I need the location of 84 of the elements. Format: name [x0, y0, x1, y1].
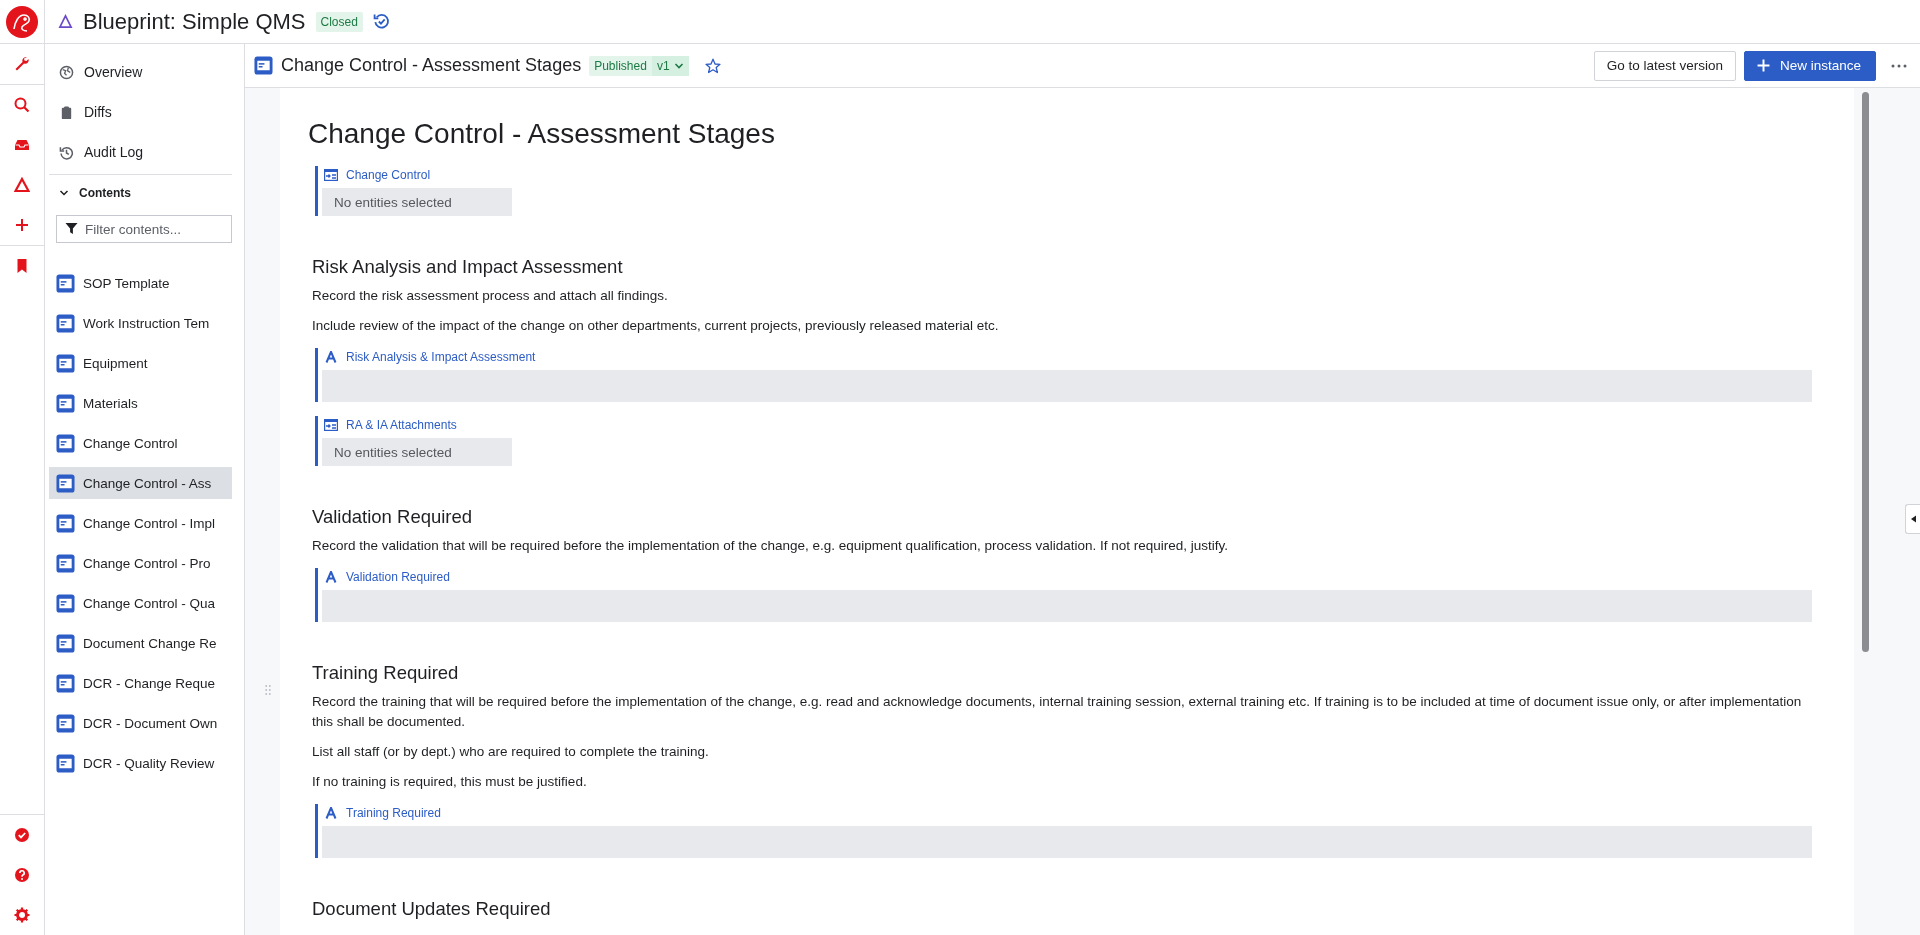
entity-select-field[interactable]: No entities selected	[322, 438, 512, 466]
contents-item[interactable]: Change Control	[49, 427, 232, 459]
section-heading: Validation Required	[312, 506, 474, 528]
contents-item[interactable]: Change Control - Impl	[49, 507, 232, 539]
contents-toggle[interactable]: Contents	[49, 175, 137, 211]
contents-item[interactable]: Change Control - Pro	[49, 547, 232, 579]
new-instance-button[interactable]: New instance	[1743, 50, 1876, 81]
filter-icon	[65, 222, 78, 235]
document-icon	[56, 473, 75, 493]
document-icon	[56, 313, 75, 333]
section-heading: Training Required	[312, 662, 460, 684]
document-icon	[254, 56, 273, 75]
document-icon	[56, 713, 75, 733]
contents-item[interactable]: Change Control - Qua	[49, 587, 232, 619]
nav-item[interactable]: Diffs	[49, 92, 232, 132]
contents-item[interactable]: SOP Template	[49, 267, 232, 299]
contents-item[interactable]: DCR - Change Reque	[49, 667, 232, 699]
document-icon	[56, 393, 75, 413]
field-label: Risk Analysis & Impact Assessment	[346, 350, 536, 364]
contents-item[interactable]: Materials	[49, 387, 232, 419]
nav-item[interactable]: Audit Log	[49, 132, 232, 172]
field-label: Validation Required	[346, 570, 450, 584]
text-type-icon	[324, 571, 338, 583]
document-icon	[56, 753, 75, 773]
text-type-icon	[324, 351, 338, 363]
document-icon	[56, 673, 75, 693]
settings-icon[interactable]	[14, 907, 30, 923]
filter-field[interactable]: Filter contents...	[56, 215, 232, 243]
version-dropdown[interactable]: v1	[651, 55, 689, 76]
chevron-icon	[59, 188, 69, 198]
scrollbar-thumb[interactable]	[1861, 92, 1869, 652]
field-label: Training Required	[346, 806, 441, 820]
document-icon	[56, 273, 75, 293]
contents-item[interactable]: Change Control - Ass	[49, 467, 232, 499]
document-title: Change Control - Assessment Stages	[281, 55, 582, 76]
paragraph: Record the training that will be required before the implementation of the change, e.g. read and acknowledge documents, internal training session, external training etc. If training is to be included at time of document issue only, or after implementation this shall be documented.	[312, 693, 1803, 731]
entity-list-icon	[324, 419, 338, 431]
paragraph: If no training is required, this must be justified.	[312, 773, 588, 791]
field-label: Change Control	[346, 168, 431, 182]
clipboard-icon	[59, 104, 74, 120]
entity-list-icon	[324, 169, 338, 181]
check-circle-icon[interactable]	[14, 827, 30, 843]
section-heading: Document Updates Required	[312, 898, 552, 920]
refresh-check-icon[interactable]	[372, 13, 390, 30]
document-icon	[56, 353, 75, 373]
wrench-icon[interactable]	[14, 56, 30, 72]
text-type-icon	[324, 807, 338, 819]
contents-item[interactable]: Document Change Re	[49, 627, 232, 659]
entity-select-field[interactable]: No entities selected	[322, 188, 512, 216]
document-icon	[56, 593, 75, 613]
search-icon[interactable]	[14, 97, 30, 113]
globe-icon	[59, 64, 74, 80]
page-title: Change Control - Assessment Stages	[308, 118, 776, 150]
logo-icon[interactable]	[5, 4, 39, 39]
paragraph: Include review of the impact of the change on other departments, current projects, previously released material etc.	[312, 317, 1000, 335]
panel-toggle-handle[interactable]	[1905, 504, 1920, 534]
latest-version-button[interactable]: Go to latest version	[1593, 50, 1736, 81]
status-badge: Published v1	[589, 55, 689, 76]
app-title: Blueprint: Simple QMS	[83, 8, 306, 35]
contents-item[interactable]: Work Instruction Tem	[49, 307, 232, 339]
help-icon[interactable]	[14, 867, 30, 883]
paragraph: Record the risk assessment process and attach all findings.	[312, 287, 669, 305]
inbox-icon[interactable]	[14, 137, 30, 153]
plus-icon[interactable]	[14, 217, 30, 233]
section-heading: Risk Analysis and Impact Assessment	[312, 256, 624, 278]
caret-icon	[1909, 515, 1917, 523]
document-icon	[56, 633, 75, 653]
paragraph: List all staff (or by dept.) who are required to complete the training.	[312, 743, 710, 761]
plus-icon	[1756, 59, 1770, 72]
drag-handle-icon[interactable]	[265, 684, 271, 696]
document-icon	[56, 513, 75, 533]
status-badge: Closed	[315, 11, 363, 32]
document-icon	[56, 553, 75, 573]
star-icon[interactable]	[704, 57, 721, 74]
contents-item[interactable]: DCR - Document Own	[49, 707, 232, 739]
triangle-icon[interactable]	[14, 177, 30, 193]
contents-item[interactable]: DCR - Quality Review	[49, 747, 232, 779]
contents-item[interactable]: Equipment	[49, 347, 232, 379]
nav-item[interactable]: Overview	[49, 52, 232, 92]
document-icon	[56, 433, 75, 453]
paragraph: Record the validation that will be required before the implementation of the change, e.g. equipment qualification, process validation. If not required, justify.	[312, 537, 1230, 555]
field-label: RA & IA Attachments	[346, 418, 457, 432]
blueprint-triangle-icon	[58, 14, 73, 29]
history-icon	[59, 144, 74, 160]
